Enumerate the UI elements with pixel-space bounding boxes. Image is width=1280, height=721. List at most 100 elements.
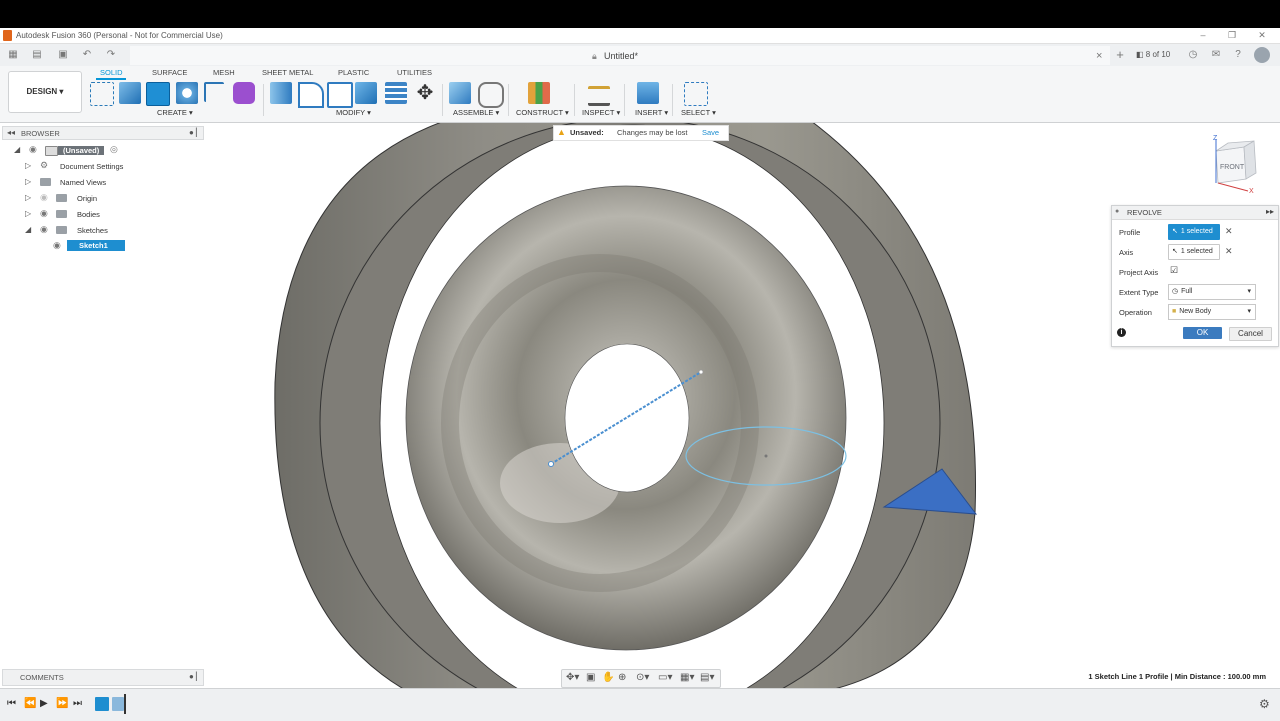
- maximize-button[interactable]: ❐: [1225, 29, 1239, 41]
- tab-surface[interactable]: SURFACE: [152, 68, 187, 77]
- browser-item-root[interactable]: ◢ ◉ (Unsaved) ◎: [0, 143, 204, 157]
- tab-sheet-metal[interactable]: SHEET METAL: [262, 68, 313, 77]
- dialog-toggle-icon[interactable]: ●: [1115, 208, 1119, 215]
- browser-item-origin[interactable]: ▷ ◉ Origin: [0, 191, 204, 205]
- collapse-browser-icon[interactable]: ◂◂: [7, 128, 15, 137]
- operation-select[interactable]: ■ New Body ▾: [1168, 304, 1256, 320]
- step-back-icon[interactable]: ⏪: [24, 698, 36, 709]
- grid-menu-icon[interactable]: ▦: [6, 48, 20, 62]
- notification-icon[interactable]: ✉: [1209, 48, 1223, 62]
- shell-icon[interactable]: [327, 82, 353, 108]
- go-to-end-icon[interactable]: ⏭: [73, 698, 82, 709]
- profile-selection-button[interactable]: ↖ 1 selected: [1168, 224, 1220, 240]
- visibility-eye-icon[interactable]: ◉: [40, 208, 48, 219]
- comments-pin-icon[interactable]: ● ▏: [189, 672, 202, 681]
- viewcube[interactable]: FRONT Z X: [1206, 133, 1266, 195]
- browser-header[interactable]: ◂◂ BROWSER ● ▏: [2, 126, 204, 140]
- clear-profile-icon[interactable]: ✕: [1225, 226, 1233, 237]
- assemble-menu[interactable]: ASSEMBLE ▾: [453, 108, 499, 117]
- save-icon[interactable]: ▣: [56, 48, 70, 62]
- cancel-button[interactable]: Cancel: [1229, 327, 1272, 341]
- orbit-icon[interactable]: ✥▾: [566, 672, 579, 683]
- ok-button[interactable]: OK: [1183, 327, 1222, 339]
- joint-icon[interactable]: [478, 82, 504, 108]
- collapse-icon[interactable]: ◢: [25, 225, 31, 234]
- timeline-marker[interactable]: [124, 694, 126, 714]
- insert-image-icon[interactable]: [637, 82, 659, 104]
- move-copy-icon[interactable]: ✥: [414, 82, 436, 104]
- look-at-icon[interactable]: ▣: [586, 672, 595, 683]
- play-icon[interactable]: ▶: [40, 698, 48, 709]
- job-status[interactable]: ◧ 8 of 10: [1136, 50, 1170, 59]
- select-icon[interactable]: [684, 82, 708, 106]
- extrude-icon[interactable]: [119, 82, 141, 104]
- tab-utilities[interactable]: UTILITIES: [397, 68, 432, 77]
- press-pull-icon[interactable]: [270, 82, 292, 104]
- expand-dialog-icon[interactable]: ▸▸: [1266, 207, 1274, 216]
- save-link[interactable]: Save: [702, 128, 719, 137]
- pan-icon[interactable]: ✋: [602, 672, 614, 683]
- select-menu[interactable]: SELECT ▾: [681, 108, 716, 117]
- split-body-icon[interactable]: [385, 82, 407, 104]
- browser-item-sketches[interactable]: ◢ ◉ Sketches: [0, 223, 204, 237]
- grid-settings-icon[interactable]: ▦▾: [680, 672, 694, 683]
- go-to-start-icon[interactable]: ⏮: [7, 698, 16, 709]
- clear-axis-icon[interactable]: ✕: [1225, 246, 1233, 257]
- expand-icon[interactable]: ▷: [25, 161, 31, 170]
- new-tab-icon[interactable]: +: [1113, 48, 1127, 62]
- modify-menu[interactable]: MODIFY ▾: [336, 108, 371, 117]
- redo-icon[interactable]: ↷: [104, 48, 118, 62]
- axis-selection-button[interactable]: ↖ 1 selected: [1168, 244, 1220, 260]
- fillet-icon[interactable]: [298, 82, 324, 108]
- construct-menu[interactable]: CONSTRUCT ▾: [516, 108, 569, 117]
- revolve-dialog-header[interactable]: ● REVOLVE ▸▸: [1112, 206, 1278, 220]
- timeline-revolve-feature[interactable]: [112, 697, 124, 711]
- browser-pin-icon[interactable]: ● ▏: [189, 128, 202, 137]
- inspect-menu[interactable]: INSPECT ▾: [582, 108, 620, 117]
- file-menu-icon[interactable]: ▤: [30, 48, 44, 62]
- clock-icon[interactable]: ◷: [1186, 48, 1200, 62]
- comments-panel[interactable]: COMMENTS ● ▏: [2, 669, 204, 686]
- project-axis-checkbox[interactable]: ☑: [1170, 265, 1178, 276]
- browser-item-document-settings[interactable]: ▷ ⚙ Document Settings: [0, 159, 204, 173]
- extent-type-select[interactable]: ◷ Full ▾: [1168, 284, 1256, 300]
- measure-icon[interactable]: [588, 86, 610, 106]
- info-icon[interactable]: i: [1117, 328, 1126, 337]
- hole-icon[interactable]: [176, 82, 198, 104]
- workspace-switcher[interactable]: DESIGN ▾: [8, 71, 82, 113]
- viewcube-right-face[interactable]: [1243, 140, 1257, 180]
- create-sketch-icon[interactable]: [90, 82, 114, 106]
- expand-icon[interactable]: ◢: [14, 145, 20, 154]
- close-tab-icon[interactable]: ×: [1096, 50, 1102, 62]
- visibility-eye-icon[interactable]: ◉: [40, 224, 48, 235]
- timeline-settings-gear-icon[interactable]: ⚙: [1259, 697, 1270, 711]
- visibility-eye-icon[interactable]: ◉: [29, 144, 37, 155]
- viewports-icon[interactable]: ▤▾: [700, 672, 714, 683]
- expand-icon[interactable]: ▷: [25, 209, 31, 218]
- tab-solid[interactable]: SOLID: [100, 68, 123, 77]
- help-icon[interactable]: ?: [1231, 48, 1245, 62]
- visibility-eye-icon[interactable]: ◉: [40, 192, 48, 203]
- zoom-icon[interactable]: ⊕: [618, 672, 626, 683]
- revolve-icon[interactable]: [146, 82, 170, 106]
- minimize-button[interactable]: –: [1196, 29, 1210, 41]
- document-tab[interactable]: 🔒︎ Untitled* ×: [130, 46, 1110, 65]
- tab-plastic[interactable]: PLASTIC: [338, 68, 369, 77]
- create-menu[interactable]: CREATE ▾: [157, 108, 193, 117]
- timeline-sketch-feature[interactable]: [95, 697, 109, 711]
- expand-icon[interactable]: ▷: [25, 177, 31, 186]
- fit-icon[interactable]: ⊙▾: [636, 672, 649, 683]
- display-settings-icon[interactable]: ▭▾: [658, 672, 672, 683]
- undo-icon[interactable]: ↶: [80, 48, 94, 62]
- form-icon[interactable]: [233, 82, 255, 104]
- window-close-button[interactable]: ✕: [1255, 29, 1269, 41]
- tab-mesh[interactable]: MESH: [213, 68, 235, 77]
- expand-icon[interactable]: ▷: [25, 193, 31, 202]
- step-forward-icon[interactable]: ⏩: [56, 698, 68, 709]
- visibility-eye-icon[interactable]: ◉: [53, 240, 61, 251]
- browser-item-sketch1[interactable]: ◉ Sketch1: [0, 239, 204, 253]
- browser-item-bodies[interactable]: ▷ ◉ Bodies: [0, 207, 204, 221]
- new-component-icon[interactable]: [449, 82, 471, 104]
- pattern-icon[interactable]: [204, 82, 224, 102]
- insert-menu[interactable]: INSERT ▾: [635, 108, 668, 117]
